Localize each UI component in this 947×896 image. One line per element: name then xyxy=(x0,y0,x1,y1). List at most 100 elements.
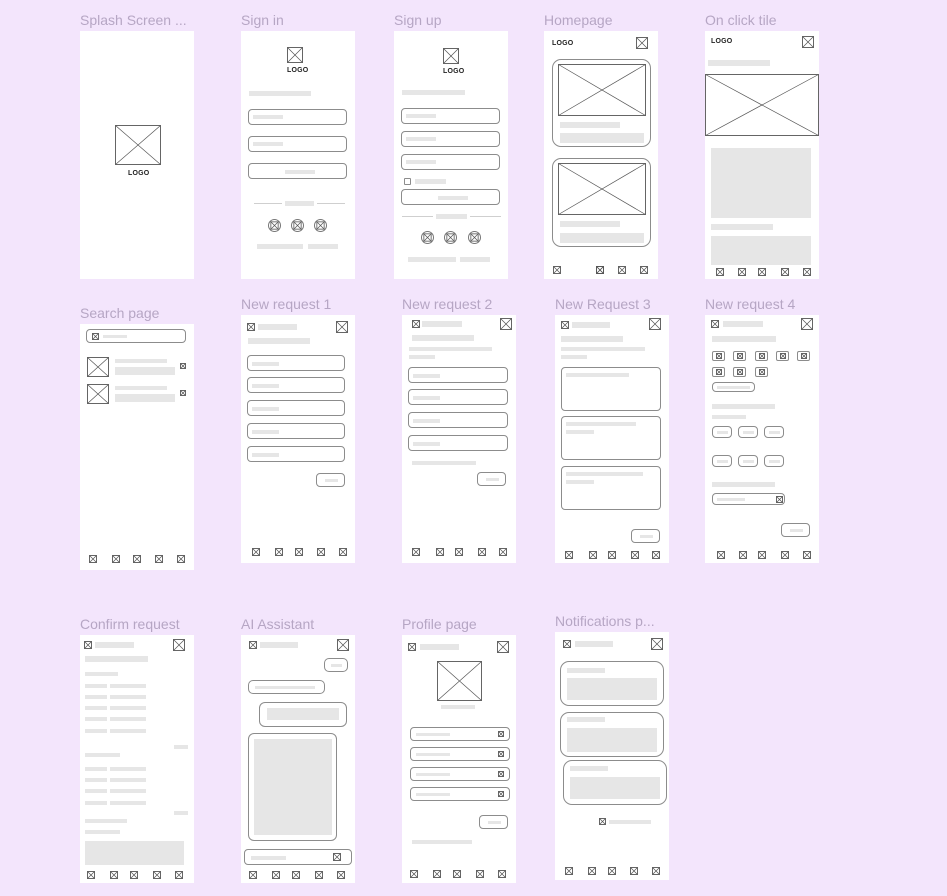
profile-page-frame[interactable] xyxy=(402,635,516,883)
nav-add-icon[interactable] xyxy=(758,551,766,559)
nav-home-icon[interactable] xyxy=(252,548,260,556)
nav-chat-icon[interactable] xyxy=(317,548,325,556)
nav-profile-icon[interactable] xyxy=(339,548,347,556)
option-chip[interactable] xyxy=(755,351,768,361)
edit-icon[interactable] xyxy=(498,791,504,797)
option-chip-wide[interactable] xyxy=(712,382,755,392)
content-tile[interactable] xyxy=(552,158,651,247)
time-chip[interactable] xyxy=(712,455,732,467)
email-input[interactable] xyxy=(401,131,500,147)
option-chip[interactable] xyxy=(712,351,725,361)
form-input[interactable] xyxy=(247,377,345,393)
bottom-nav[interactable] xyxy=(705,268,819,278)
remove-icon[interactable] xyxy=(180,363,186,369)
nav-profile-icon[interactable] xyxy=(803,551,811,559)
nav-search-icon[interactable] xyxy=(739,551,747,559)
menu-icon[interactable] xyxy=(636,37,648,49)
sign-in-frame[interactable]: LOGO xyxy=(241,31,355,279)
time-chip[interactable] xyxy=(738,426,758,438)
nav-search-icon[interactable] xyxy=(433,870,441,878)
notification-card[interactable] xyxy=(563,760,667,805)
splash-screen-frame[interactable]: LOGO xyxy=(80,31,194,279)
nav-chat-icon[interactable] xyxy=(315,871,323,879)
nav-chat-icon[interactable] xyxy=(153,871,161,879)
social-login-icon[interactable] xyxy=(421,231,434,244)
nav-chat-icon[interactable] xyxy=(781,551,789,559)
back-icon[interactable] xyxy=(84,641,92,649)
nav-add-icon[interactable] xyxy=(596,266,604,274)
nav-add-icon[interactable] xyxy=(758,268,766,276)
content-tile[interactable] xyxy=(552,59,651,147)
close-icon[interactable] xyxy=(651,638,663,650)
bottom-nav[interactable] xyxy=(544,266,658,276)
message-input[interactable] xyxy=(244,849,352,865)
back-icon[interactable] xyxy=(412,320,420,328)
ai-assistant-frame[interactable] xyxy=(241,635,355,883)
password-input[interactable] xyxy=(401,154,500,170)
nav-home-icon[interactable] xyxy=(410,870,418,878)
time-chip[interactable] xyxy=(738,455,758,467)
nav-add-icon[interactable] xyxy=(133,555,141,563)
link-placeholder[interactable] xyxy=(408,257,456,262)
close-icon[interactable] xyxy=(801,318,813,330)
link-placeholder[interactable] xyxy=(308,244,338,249)
notifications-page-frame[interactable] xyxy=(555,632,669,880)
search-page-frame[interactable] xyxy=(80,324,194,570)
terms-checkbox[interactable] xyxy=(404,178,411,185)
link-placeholder[interactable] xyxy=(460,257,490,262)
social-login-icon[interactable] xyxy=(444,231,457,244)
nav-chat-icon[interactable] xyxy=(478,548,486,556)
confirm-request-frame[interactable] xyxy=(80,635,194,883)
back-icon[interactable] xyxy=(247,323,255,331)
nav-profile-icon[interactable] xyxy=(640,266,648,274)
option-chip[interactable] xyxy=(733,351,746,361)
nav-profile-icon[interactable] xyxy=(499,548,507,556)
edit-icon[interactable] xyxy=(498,771,504,777)
next-button[interactable] xyxy=(316,473,345,487)
nav-home-icon[interactable] xyxy=(87,871,95,879)
nav-chat-icon[interactable] xyxy=(781,268,789,276)
new-request-3-frame[interactable] xyxy=(555,315,669,563)
next-button[interactable] xyxy=(631,529,660,543)
nav-profile-icon[interactable] xyxy=(652,551,660,559)
bottom-nav[interactable] xyxy=(402,548,516,558)
close-icon[interactable] xyxy=(500,318,512,330)
link-placeholder[interactable] xyxy=(257,244,303,249)
search-input[interactable] xyxy=(86,329,186,343)
name-input[interactable] xyxy=(401,108,500,124)
nav-search-icon[interactable] xyxy=(110,871,118,879)
submit-button[interactable] xyxy=(781,523,810,537)
new-request-1-frame[interactable] xyxy=(241,315,355,563)
save-button[interactable] xyxy=(479,815,508,829)
nav-add-icon[interactable] xyxy=(130,871,138,879)
edit-icon[interactable] xyxy=(498,751,504,757)
nav-add-icon[interactable] xyxy=(608,551,616,559)
close-icon[interactable] xyxy=(497,641,509,653)
nav-home-icon[interactable] xyxy=(249,871,257,879)
nav-add-icon[interactable] xyxy=(295,548,303,556)
bottom-nav[interactable] xyxy=(402,870,516,880)
nav-home-icon[interactable] xyxy=(89,555,97,563)
nav-search-icon[interactable] xyxy=(738,268,746,276)
nav-search-icon[interactable] xyxy=(589,551,597,559)
nav-chat-icon[interactable] xyxy=(476,870,484,878)
send-icon[interactable] xyxy=(333,853,341,861)
back-icon[interactable] xyxy=(561,321,569,329)
bottom-nav[interactable] xyxy=(241,548,355,558)
remove-icon[interactable] xyxy=(180,390,186,396)
back-icon[interactable] xyxy=(563,640,571,648)
bottom-nav[interactable] xyxy=(241,871,355,881)
option-chip[interactable] xyxy=(733,367,746,377)
text-area[interactable] xyxy=(561,416,661,460)
close-icon[interactable] xyxy=(802,36,814,48)
time-chip[interactable] xyxy=(764,455,784,467)
nav-home-icon[interactable] xyxy=(553,266,561,274)
back-icon[interactable] xyxy=(249,641,257,649)
mark-read-icon[interactable] xyxy=(599,818,606,825)
password-input[interactable] xyxy=(248,136,347,152)
sign-up-button[interactable] xyxy=(401,189,500,205)
option-chip[interactable] xyxy=(712,367,725,377)
sign-in-button[interactable] xyxy=(248,163,347,179)
form-input[interactable] xyxy=(408,367,508,383)
profile-field[interactable] xyxy=(410,727,510,741)
